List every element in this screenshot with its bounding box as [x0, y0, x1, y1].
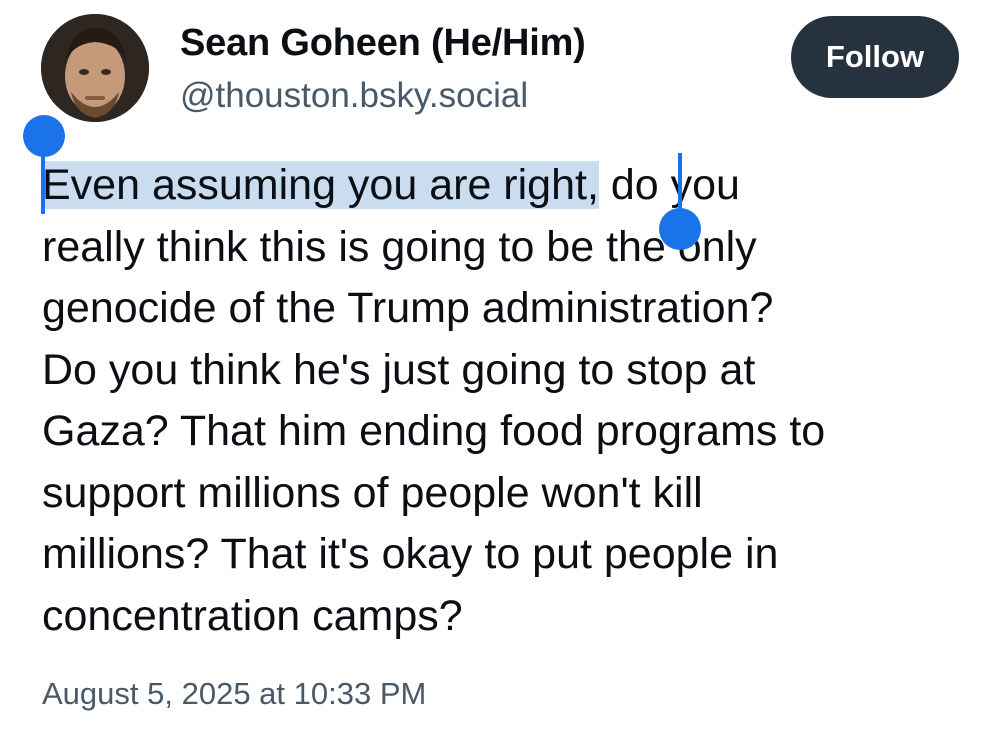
selected-text: Even assuming you are right, [42, 161, 599, 209]
selection-start-handle[interactable] [23, 115, 65, 157]
post-line: millions? That it's okay to put people i… [42, 530, 779, 578]
author-display-name[interactable]: Sean Goheen (He/Him) [180, 22, 586, 65]
post-timestamp: August 5, 2025 at 10:33 PM [42, 676, 427, 711]
post-line-1: Even assuming you are right, do you [42, 155, 972, 217]
follow-button[interactable]: Follow [791, 16, 959, 98]
post-line: really think this is going to be the onl… [42, 222, 757, 271]
post-text[interactable]: Even assuming you are right, do you real… [42, 155, 972, 647]
author-handle[interactable]: @thouston.bsky.social [180, 76, 528, 116]
post-line: concentration camps? [42, 591, 463, 640]
post-line-1-rest: do you [598, 161, 740, 209]
post-line: Do you think he's just going to stop at [42, 345, 756, 394]
avatar[interactable] [41, 14, 149, 122]
post-line: support millions of people won't kill [42, 468, 703, 517]
post-line: Gaza? That him ending food programs to [42, 407, 826, 455]
post-line: genocide of the Trump administration? [42, 284, 774, 332]
selection-end-handle[interactable] [659, 208, 701, 250]
avatar-image [41, 14, 149, 122]
